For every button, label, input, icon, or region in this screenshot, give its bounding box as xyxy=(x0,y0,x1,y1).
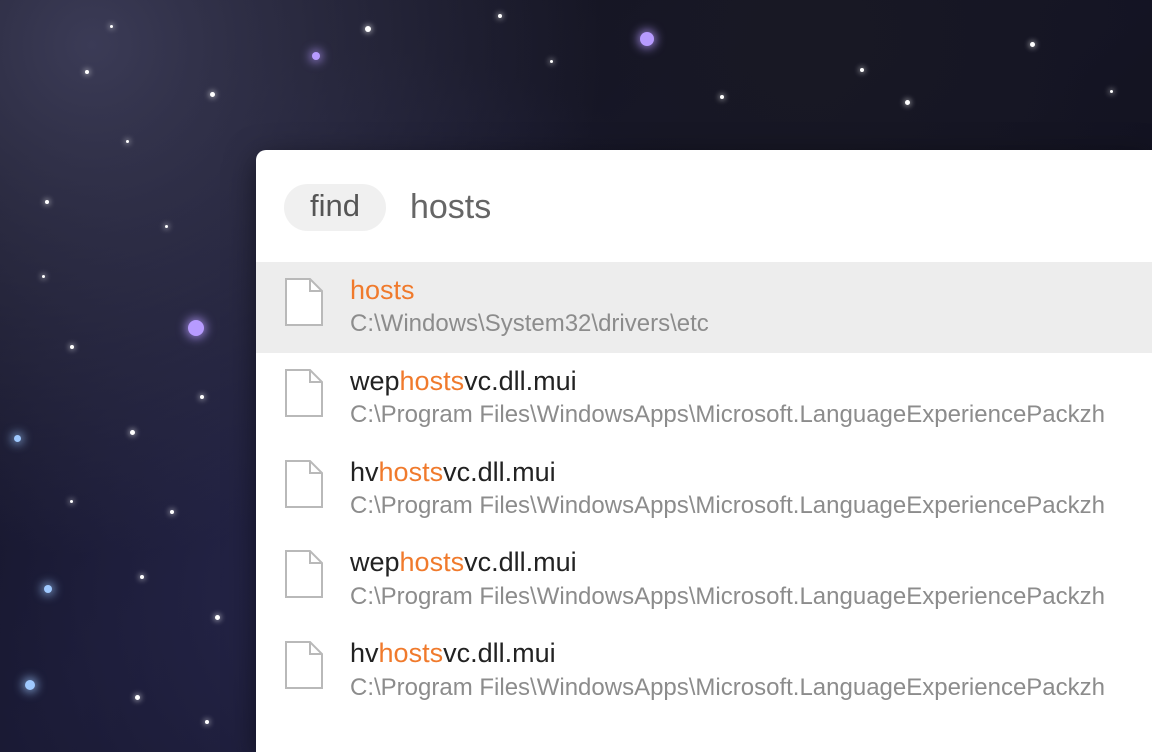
result-row[interactable]: wephostsvc.dll.mui C:\Program Files\Wind… xyxy=(256,353,1152,444)
result-row[interactable]: hvhostsvc.dll.mui C:\Program Files\Windo… xyxy=(256,444,1152,535)
result-row[interactable]: hvhostsvc.dll.mui C:\Program Files\Windo… xyxy=(256,625,1152,716)
result-name: wephostsvc.dll.mui xyxy=(350,544,1105,580)
result-path: C:\Windows\System32\drivers\etc xyxy=(350,308,709,340)
file-icon xyxy=(284,278,324,326)
result-path: C:\Program Files\WindowsApps\Microsoft.L… xyxy=(350,399,1105,431)
result-row[interactable]: hosts C:\Windows\System32\drivers\etc xyxy=(256,262,1152,353)
result-name: wephostsvc.dll.mui xyxy=(350,363,1105,399)
search-panel: find hosts C:\Windows\System32\drivers\e… xyxy=(256,150,1152,752)
file-icon xyxy=(284,550,324,598)
results-list: hosts C:\Windows\System32\drivers\etc we… xyxy=(256,262,1152,716)
file-icon xyxy=(284,641,324,689)
result-text: hosts C:\Windows\System32\drivers\etc xyxy=(350,272,709,341)
search-input[interactable] xyxy=(408,186,1012,228)
result-row[interactable]: wephostsvc.dll.mui C:\Program Files\Wind… xyxy=(256,534,1152,625)
result-text: wephostsvc.dll.mui C:\Program Files\Wind… xyxy=(350,544,1105,613)
result-name: hvhostsvc.dll.mui xyxy=(350,454,1105,490)
file-icon xyxy=(284,460,324,508)
file-icon xyxy=(284,369,324,417)
result-text: hvhostsvc.dll.mui C:\Program Files\Windo… xyxy=(350,635,1105,704)
result-name: hosts xyxy=(350,272,709,308)
result-text: wephostsvc.dll.mui C:\Program Files\Wind… xyxy=(350,363,1105,432)
result-name: hvhostsvc.dll.mui xyxy=(350,635,1105,671)
search-scope-chip[interactable]: find xyxy=(284,184,386,231)
result-path: C:\Program Files\WindowsApps\Microsoft.L… xyxy=(350,490,1105,522)
result-path: C:\Program Files\WindowsApps\Microsoft.L… xyxy=(350,672,1105,704)
result-path: C:\Program Files\WindowsApps\Microsoft.L… xyxy=(350,581,1105,613)
search-bar: find xyxy=(256,150,1152,262)
result-text: hvhostsvc.dll.mui C:\Program Files\Windo… xyxy=(350,454,1105,523)
